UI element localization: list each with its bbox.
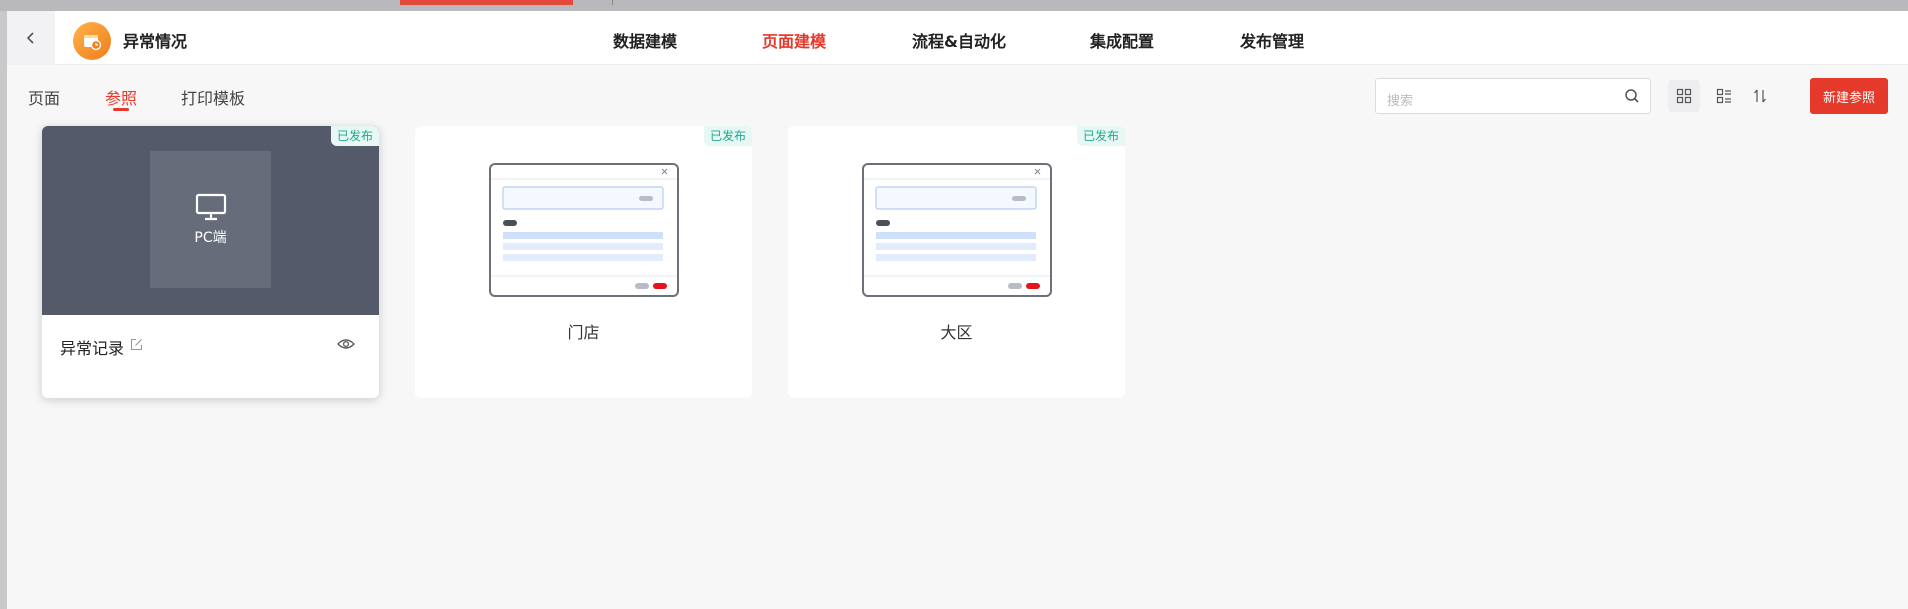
card-name: 门店 [567, 323, 600, 342]
card-name: 大区 [940, 323, 973, 342]
monitor-icon [195, 193, 226, 220]
status-badge: 已发布 [330, 126, 379, 146]
nav-process-automation[interactable]: 流程&自动化 [912, 28, 1006, 52]
app-header: 异常情况 数据建模 页面建模 流程&自动化 集成配置 发布管理 [7, 11, 1908, 65]
reference-card[interactable]: 已发布 大区 [788, 126, 1125, 398]
thumbnail-device: PC端 [150, 151, 271, 288]
sub-toolbar: 页面 参照 打印模板 搜索 新建参照 [7, 65, 1908, 123]
active-window-indicator [400, 0, 573, 5]
window-top-strip [0, 0, 1908, 11]
new-reference-button[interactable]: 新建参照 [1810, 78, 1888, 114]
active-tab-indicator [113, 108, 129, 111]
nav-page-modeling[interactable]: 页面建模 [762, 28, 826, 52]
grid-view-button[interactable] [1668, 80, 1700, 112]
edit-icon[interactable] [130, 338, 143, 351]
chevron-left-icon [26, 32, 34, 44]
list-icon [1716, 88, 1731, 104]
thumbnail-label: PC端 [194, 229, 227, 246]
left-edge [0, 11, 7, 609]
dialog-illustration [862, 163, 1052, 297]
reference-card[interactable]: 已发布 门店 [415, 126, 752, 398]
tab-print-template[interactable]: 打印模板 [181, 85, 245, 109]
search-input[interactable]: 搜索 [1375, 78, 1651, 114]
search-icon[interactable] [1624, 88, 1640, 104]
nav-integration-config[interactable]: 集成配置 [1090, 28, 1154, 52]
eye-icon[interactable] [337, 337, 355, 351]
nav-data-modeling[interactable]: 数据建模 [613, 28, 677, 52]
tab-page[interactable]: 页面 [28, 85, 60, 109]
grid-icon [1676, 88, 1692, 104]
dialog-illustration [489, 163, 679, 297]
calendar-clock-icon [84, 35, 102, 51]
reference-card[interactable]: 已发布 PC端 异常记录 [42, 126, 379, 398]
app-title: 异常情况 [123, 32, 188, 51]
list-view-button[interactable] [1708, 80, 1740, 112]
status-badge: 已发布 [703, 126, 752, 146]
status-badge: 已发布 [1076, 126, 1125, 146]
nav-release-management[interactable]: 发布管理 [1240, 28, 1304, 52]
sort-button[interactable] [1744, 80, 1776, 112]
sort-icon [1754, 89, 1766, 103]
card-thumbnail: PC端 [42, 126, 379, 315]
back-button[interactable] [7, 11, 55, 65]
search-placeholder: 搜索 [1387, 94, 1414, 109]
card-name: 异常记录 [60, 339, 125, 358]
app-logo [73, 22, 111, 60]
window-divider [612, 0, 613, 5]
tab-reference[interactable]: 参照 [105, 85, 137, 109]
